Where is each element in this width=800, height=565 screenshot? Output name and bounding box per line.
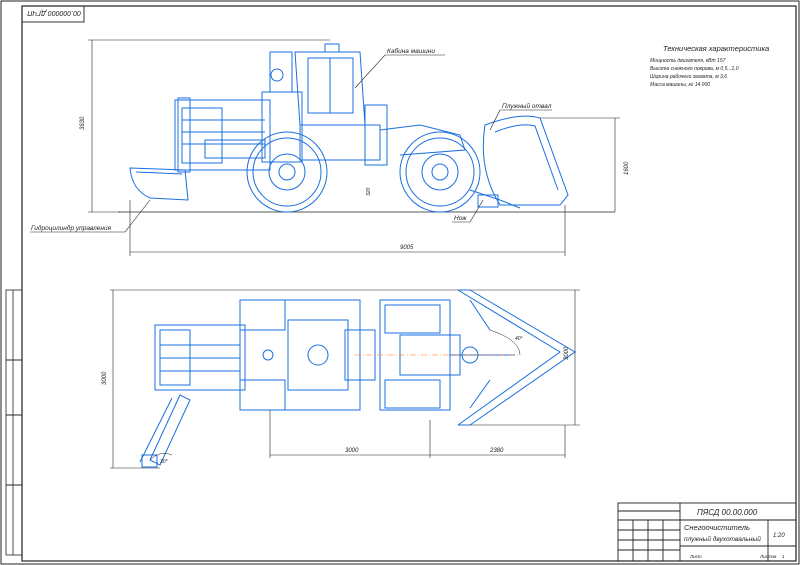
- height-dimension: [88, 39, 330, 213]
- tech-spec-line-1: Мощность двигателя, кВт 157: [650, 58, 726, 64]
- tractor-body-side: [174, 43, 466, 173]
- blade-height-label: 1600: [624, 161, 630, 175]
- v-plow-plan: [457, 289, 576, 426]
- title-sheets-label: Листов: [759, 554, 777, 559]
- top-stamp: 00.000000 ДГЧП: [21, 5, 85, 23]
- title-doc-code: ПЯСД 00.00.000: [697, 508, 758, 517]
- side-wing-plan: [139, 394, 191, 468]
- side-view: 3630 1600 9005 320 Кабина машини Плужный…: [30, 39, 630, 256]
- height-dim-label: 3630: [80, 116, 86, 130]
- title-scale: 1:20: [773, 533, 785, 539]
- blade-angle-arc: [489, 329, 521, 356]
- clearance-label: 320: [366, 187, 372, 196]
- blade-angle-label: 40°: [515, 336, 523, 342]
- tech-spec-line-2: Высота снежного покрова, м 0,5...1,0: [650, 66, 739, 72]
- tech-spec-line-4: Масса машины, кг 14 000: [650, 82, 710, 88]
- drawing-sheet: 00.000000 ДГЧП 3630 1600 9005 320 Кабина…: [0, 0, 800, 565]
- front-plow-side: [469, 115, 569, 209]
- front-wheel-side: [399, 131, 481, 213]
- length-dim-label: 9005: [400, 245, 414, 251]
- title-line-2: плужный двухотвальный: [684, 535, 761, 543]
- plan-view: 3000 3000 40° 30° 3000 2380: [102, 289, 580, 469]
- plan-rear-label: 2380: [489, 448, 504, 454]
- title-sheet-label: Лист: [689, 554, 702, 559]
- plan-width-label: 3000: [102, 371, 108, 385]
- length-dimension: [129, 200, 566, 256]
- callout-cab: Кабина машини: [387, 47, 435, 55]
- plan-base-label: 3000: [345, 448, 359, 454]
- left-margin-strip: [5, 289, 23, 556]
- tech-specs-title: Техническая характеристика: [663, 44, 769, 53]
- top-stamp-text: 00.000000 ДГЧП: [27, 9, 81, 16]
- tech-specs: Техническая характеристика Мощность двиг…: [650, 44, 769, 88]
- callout-knife: Нож: [454, 215, 467, 222]
- drawing-canvas: 00.000000 ДГЧП 3630 1600 9005 320 Кабина…: [0, 0, 800, 565]
- plan-base-dimensions: [269, 410, 566, 458]
- callout-cylinder: Гидроцилиндр управления: [31, 224, 112, 232]
- blade-width-label: 3000: [564, 346, 570, 360]
- tech-spec-line-3: Ширина рабочего захвата, м 3,6: [650, 74, 727, 80]
- drawing-frame: [21, 5, 797, 562]
- rear-wheel-side: [246, 131, 328, 213]
- arm-angle-label: 30°: [160, 459, 168, 465]
- title-line-1: Снегоочиститель: [684, 523, 750, 532]
- callout-plow: Плужный отвал: [502, 102, 552, 110]
- rear-blade-side: [129, 167, 189, 201]
- rear-body-plan: [154, 299, 376, 411]
- title-sheets-count: 1: [782, 554, 785, 559]
- blade-height-dimension: [540, 117, 620, 212]
